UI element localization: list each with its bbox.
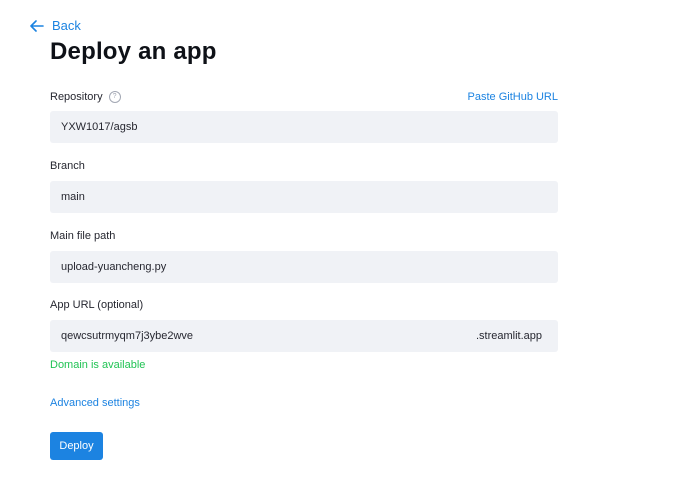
main-file-value: upload-yuancheng.py (61, 261, 167, 273)
page-title: Deploy an app (50, 38, 217, 65)
arrow-left-icon (30, 19, 44, 32)
branch-value: main (61, 191, 85, 203)
advanced-settings-link[interactable]: Advanced settings (50, 397, 140, 409)
back-link[interactable]: Back (30, 18, 81, 33)
main-file-label-row: Main file path (50, 230, 558, 242)
domain-status: Domain is available (50, 359, 146, 371)
branch-label-row: Branch (50, 160, 558, 172)
main-file-label: Main file path (50, 230, 116, 242)
repository-field[interactable]: YXW1017/agsb (50, 111, 558, 143)
app-url-field[interactable]: qewcsutrmyqm7j3ybe2wve .streamlit.app (50, 320, 558, 352)
app-url-label: App URL (optional) (50, 299, 144, 311)
app-url-value: qewcsutrmyqm7j3ybe2wve (61, 330, 194, 342)
back-label: Back (52, 18, 81, 33)
branch-label: Branch (50, 160, 85, 172)
app-url-label-row: App URL (optional) (50, 299, 558, 311)
app-url-suffix: .streamlit.app (475, 330, 542, 342)
paste-github-url-link[interactable]: Paste GitHub URL (468, 91, 558, 103)
repository-label-row: Repository ? Paste GitHub URL (50, 91, 558, 103)
main-file-field[interactable]: upload-yuancheng.py (50, 251, 558, 283)
repository-value: YXW1017/agsb (61, 121, 138, 133)
deploy-button[interactable]: Deploy (50, 432, 103, 460)
branch-field[interactable]: main (50, 181, 558, 213)
repository-label: Repository (50, 91, 103, 103)
repository-label-group: Repository ? (50, 91, 121, 103)
question-circle-icon[interactable]: ? (108, 91, 121, 103)
